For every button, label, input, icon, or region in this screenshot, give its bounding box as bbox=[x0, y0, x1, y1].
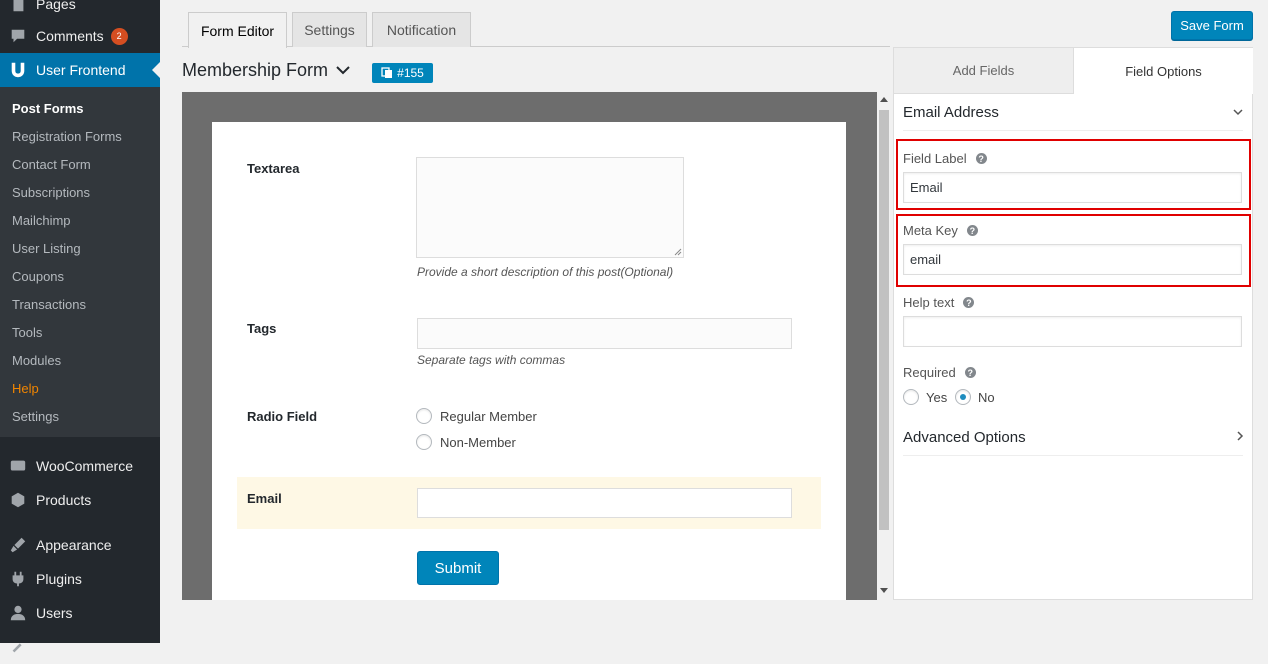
chevron-right-icon[interactable] bbox=[1234, 429, 1246, 443]
menu-item-appearance[interactable]: Appearance bbox=[0, 528, 160, 562]
woocommerce-icon bbox=[0, 457, 36, 475]
submenu-contact-form[interactable]: Contact Form bbox=[12, 157, 91, 172]
radio-selected-dot bbox=[960, 394, 966, 400]
tools-icon bbox=[0, 638, 36, 656]
menu-label: Plugins bbox=[36, 571, 82, 587]
submenu-mailchimp[interactable]: Mailchimp bbox=[12, 213, 71, 228]
tab-field-options[interactable]: Field Options bbox=[1074, 48, 1253, 94]
tab-add-fields[interactable]: Add Fields bbox=[894, 48, 1074, 94]
menu-item-plugins[interactable]: Plugins bbox=[0, 562, 160, 596]
email-input[interactable] bbox=[417, 488, 792, 518]
field-options-panel: Add Fields Field Options Email Address F… bbox=[893, 47, 1253, 600]
email-field-row-selected[interactable]: Email bbox=[237, 477, 821, 529]
submenu-subscriptions[interactable]: Subscriptions bbox=[12, 185, 90, 200]
submenu-transactions[interactable]: Transactions bbox=[12, 297, 86, 312]
highlight-field-label bbox=[896, 139, 1251, 210]
menu-label: Products bbox=[36, 492, 92, 508]
radio-field-label: Radio Field bbox=[247, 409, 318, 424]
menu-label: Users bbox=[36, 605, 73, 621]
submenu-settings[interactable]: Settings bbox=[12, 409, 59, 424]
chevron-down-icon[interactable] bbox=[335, 60, 351, 85]
highlight-meta-key bbox=[896, 214, 1251, 287]
copy-icon bbox=[381, 67, 393, 78]
menu-item-user-frontend[interactable]: User Frontend bbox=[0, 53, 160, 87]
help-question-icon[interactable]: ? bbox=[963, 297, 975, 308]
chevron-down-icon[interactable] bbox=[1232, 106, 1244, 118]
submenu-registration-forms[interactable]: Registration Forms bbox=[12, 129, 122, 144]
radio-label-non-member: Non-Member bbox=[440, 435, 516, 450]
submenu-tools[interactable]: Tools bbox=[12, 325, 42, 340]
tab-form-editor[interactable]: Form Editor bbox=[188, 12, 287, 48]
scroll-down-arrow-icon[interactable] bbox=[880, 588, 888, 593]
tags-input[interactable] bbox=[417, 318, 792, 349]
advanced-options-toggle[interactable]: Advanced Options bbox=[903, 429, 1026, 446]
required-label: Required ? bbox=[903, 365, 976, 380]
required-no-label: No bbox=[978, 390, 995, 405]
menu-item-products[interactable]: Products bbox=[0, 483, 160, 517]
tab-baseline bbox=[182, 46, 890, 47]
submenu-coupons[interactable]: Coupons bbox=[12, 269, 64, 284]
tab-notification[interactable]: Notification bbox=[372, 12, 471, 47]
tab-settings[interactable]: Settings bbox=[292, 12, 367, 47]
help-text-input[interactable] bbox=[903, 316, 1242, 347]
advanced-divider bbox=[903, 455, 1243, 456]
required-no-radio[interactable] bbox=[955, 389, 971, 405]
menu-item-users[interactable]: Users bbox=[0, 596, 160, 630]
scroll-thumb[interactable] bbox=[879, 110, 889, 530]
textarea-input[interactable] bbox=[416, 157, 684, 258]
required-yes-label: Yes bbox=[926, 390, 948, 405]
comments-count-badge: 2 bbox=[110, 27, 128, 45]
tags-help-text: Separate tags with commas bbox=[417, 353, 566, 367]
required-text: Required bbox=[903, 365, 956, 380]
products-icon bbox=[0, 491, 36, 509]
submit-button[interactable]: Submit bbox=[417, 551, 499, 585]
menu-item-woocommerce[interactable]: WooCommerce bbox=[0, 449, 160, 483]
help-question-icon[interactable]: ? bbox=[964, 367, 976, 378]
plugins-icon bbox=[0, 570, 36, 588]
submenu-post-forms[interactable]: Post Forms bbox=[12, 101, 84, 116]
pages-icon bbox=[0, 0, 36, 13]
menu-item-comments[interactable]: Comments 2 bbox=[0, 19, 160, 53]
appearance-icon bbox=[0, 536, 36, 554]
form-id-badge[interactable]: #155 bbox=[372, 63, 433, 83]
user-frontend-submenu: Post Forms Registration Forms Contact Fo… bbox=[0, 87, 160, 437]
form-id-text: #155 bbox=[397, 66, 424, 80]
submenu-help[interactable]: Help bbox=[12, 381, 39, 396]
submenu-modules[interactable]: Modules bbox=[12, 353, 61, 368]
comments-icon bbox=[0, 27, 36, 45]
radio-non-member[interactable] bbox=[416, 434, 432, 450]
form-preview-paper: Textarea Provide a short description of … bbox=[212, 122, 846, 600]
save-form-button[interactable]: Save Form bbox=[1171, 11, 1253, 40]
textarea-field-label: Textarea bbox=[247, 161, 300, 176]
radio-label-regular-member: Regular Member bbox=[440, 409, 537, 424]
menu-label: WooCommerce bbox=[36, 458, 133, 474]
users-icon bbox=[0, 604, 36, 622]
resize-handle-icon bbox=[674, 248, 682, 256]
menu-label: User Frontend bbox=[36, 62, 126, 78]
admin-sidebar: Pages Comments 2 User Frontend Post Form… bbox=[0, 0, 160, 653]
menu-label: Appearance bbox=[36, 537, 112, 553]
user-frontend-icon bbox=[0, 61, 36, 79]
menu-label: Pages bbox=[36, 0, 76, 12]
menu-label: Comments bbox=[36, 28, 104, 44]
scroll-up-arrow-icon[interactable] bbox=[880, 97, 888, 102]
help-text-text: Help text bbox=[903, 295, 955, 310]
required-yes-radio[interactable] bbox=[903, 389, 919, 405]
radio-regular-member[interactable] bbox=[416, 408, 432, 424]
section-title[interactable]: Email Address bbox=[903, 104, 999, 121]
textarea-help-text: Provide a short description of this post… bbox=[417, 265, 674, 279]
menu-item-tools[interactable] bbox=[0, 630, 160, 664]
form-preview-canvas: Textarea Provide a short description of … bbox=[182, 92, 877, 600]
tags-field-label: Tags bbox=[247, 321, 277, 336]
section-divider bbox=[903, 130, 1243, 131]
help-text-label: Help text ? bbox=[903, 295, 975, 310]
form-title[interactable]: Membership Form bbox=[182, 60, 328, 81]
submenu-user-listing[interactable]: User Listing bbox=[12, 241, 81, 256]
email-field-label: Email bbox=[247, 491, 282, 506]
canvas-scrollbar[interactable] bbox=[877, 92, 891, 600]
menu-item-pages[interactable]: Pages bbox=[0, 0, 160, 21]
